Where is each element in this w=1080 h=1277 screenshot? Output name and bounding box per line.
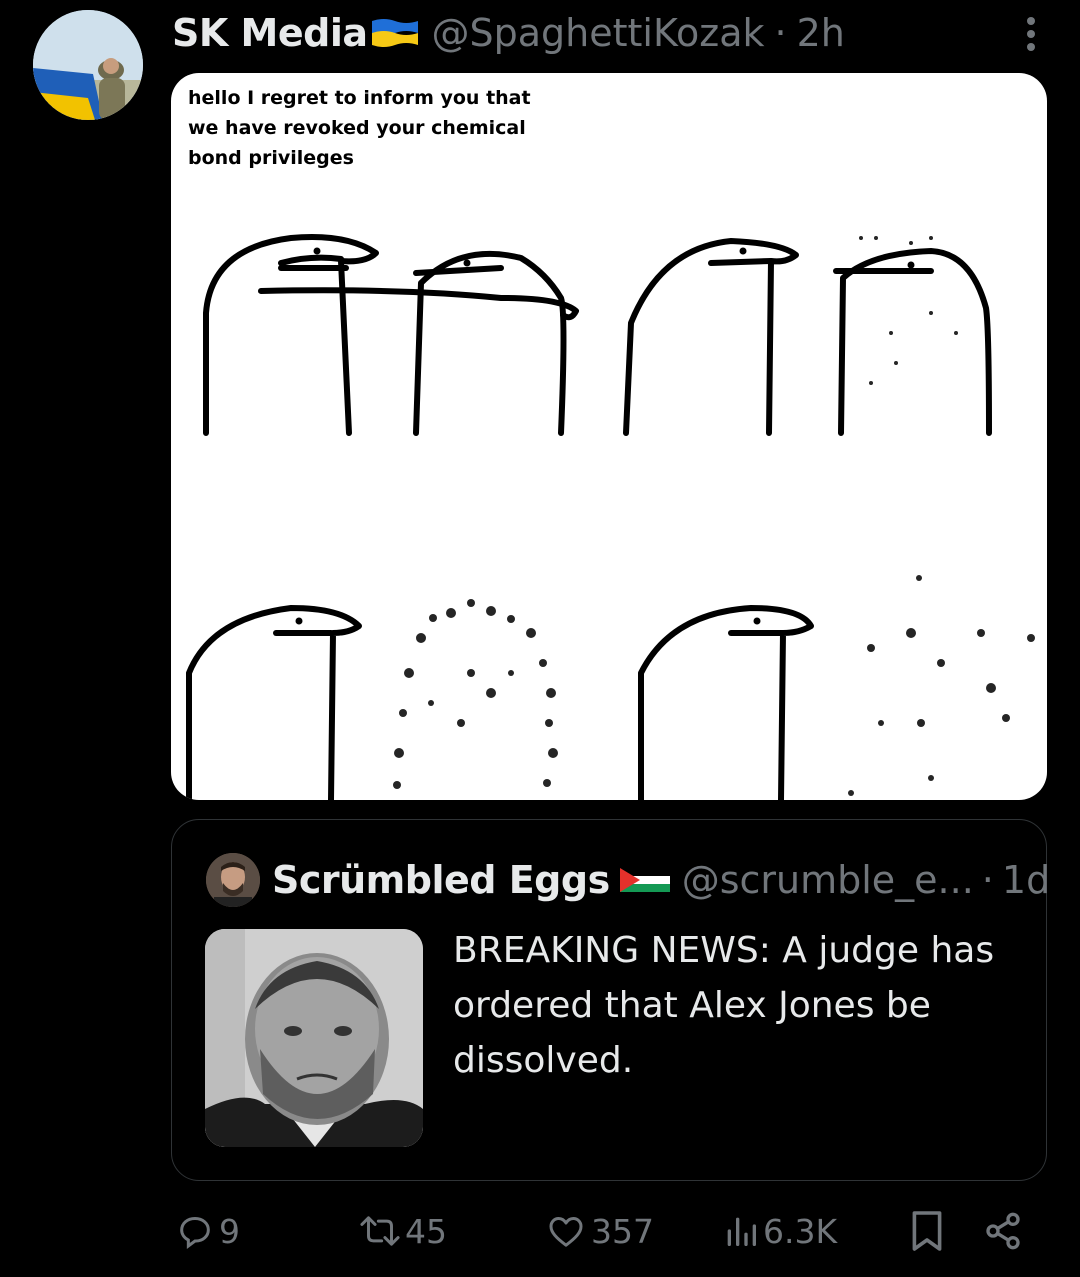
views-count: 6.3K	[763, 1211, 838, 1251]
reply-count: 9	[219, 1211, 240, 1251]
repost-icon	[357, 1211, 403, 1251]
like-button[interactable]: 357	[545, 1205, 654, 1257]
quoted-author-avatar[interactable]	[206, 853, 260, 907]
reply-button[interactable]: 9	[175, 1205, 240, 1257]
author-handle[interactable]: @SpaghettiKozak	[432, 11, 765, 55]
palestine-flag-icon	[619, 865, 670, 895]
reply-icon	[175, 1211, 215, 1251]
like-icon	[545, 1211, 587, 1251]
repost-count: 45	[405, 1211, 447, 1251]
meme-drawing	[186, 234, 1035, 800]
post-header: SK Media @SpaghettiKozak · 2h	[172, 8, 1020, 58]
quoted-author-name[interactable]: Scrümbled Eggs	[272, 858, 610, 902]
quoted-post-image[interactable]	[205, 929, 423, 1147]
more-icon[interactable]	[1026, 16, 1036, 52]
share-icon	[983, 1211, 1023, 1251]
quoted-post[interactable]: Scrümbled Eggs @scrumble_e... · 1d BREAK…	[171, 819, 1050, 1181]
separator-dot: ·	[774, 11, 787, 55]
repost-button[interactable]: 45	[357, 1205, 447, 1257]
bookmark-button[interactable]	[909, 1205, 945, 1257]
share-button[interactable]	[983, 1205, 1023, 1257]
views-button[interactable]: 6.3K	[723, 1205, 837, 1257]
post-time[interactable]: 2h	[797, 11, 845, 55]
author-name[interactable]: SK Media	[172, 11, 368, 55]
bookmark-icon	[909, 1209, 945, 1253]
action-bar: 9 45 357 6.3K	[171, 1205, 1047, 1257]
separator-dot: ·	[981, 858, 994, 902]
ukraine-flag-icon	[370, 17, 420, 49]
quoted-author-handle[interactable]: @scrumble_e...	[682, 858, 974, 902]
post-image[interactable]: hello I regret to inform you that we hav…	[171, 73, 1047, 800]
quoted-post-time[interactable]: 1d	[1002, 858, 1050, 902]
author-avatar[interactable]	[33, 10, 143, 120]
views-icon	[723, 1211, 759, 1251]
quoted-header: Scrümbled Eggs @scrumble_e... · 1d	[272, 855, 1050, 905]
quoted-post-text: BREAKING NEWS: A judge has ordered that …	[453, 930, 995, 1081]
like-count: 357	[591, 1211, 654, 1251]
